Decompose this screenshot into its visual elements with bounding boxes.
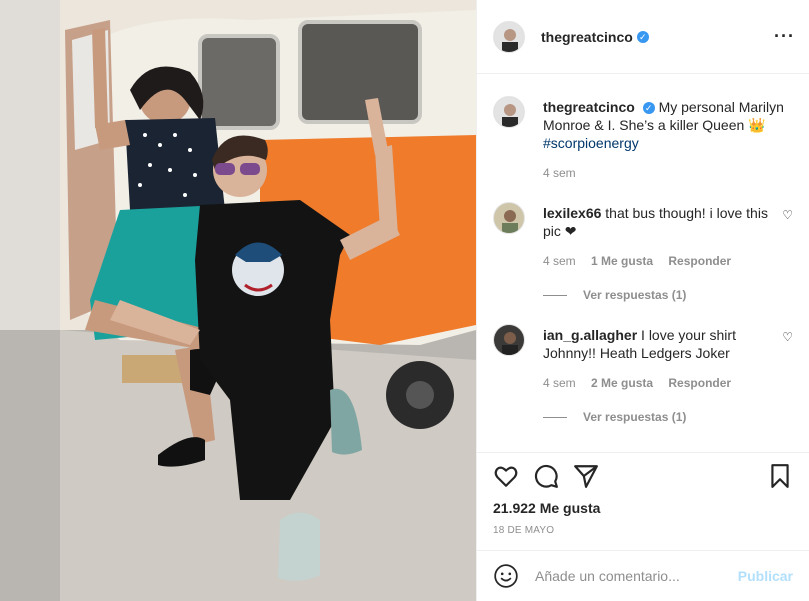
emoji-icon[interactable] bbox=[493, 563, 519, 589]
share-icon[interactable] bbox=[573, 463, 599, 489]
view-replies-button[interactable]: Ver respuestas (1) bbox=[543, 288, 686, 302]
commenter-avatar[interactable] bbox=[493, 202, 525, 234]
action-icons bbox=[493, 463, 793, 491]
comment-like-heart-icon[interactable]: ♡ bbox=[782, 330, 793, 344]
post-details-panel: thegreatcinco ✓ ··· thegreatcinco ✓ My p… bbox=[476, 0, 809, 601]
comment-username[interactable]: ian_g.allagher bbox=[543, 327, 637, 343]
likes-count[interactable]: 21.922 Me gusta bbox=[493, 500, 600, 516]
commenter-avatar[interactable] bbox=[493, 324, 525, 356]
view-replies-label[interactable]: Ver respuestas (1) bbox=[583, 410, 686, 424]
add-comment-bar: Publicar bbox=[477, 550, 809, 601]
verified-badge-icon: ✓ bbox=[636, 30, 649, 43]
comment-like-heart-icon[interactable]: ♡ bbox=[782, 208, 793, 222]
author-username[interactable]: thegreatcinco bbox=[541, 29, 633, 45]
view-replies-label[interactable]: Ver respuestas (1) bbox=[583, 288, 686, 302]
replies-divider bbox=[543, 294, 567, 296]
comment-item: lexilex66 that bus though! i love this p… bbox=[493, 202, 793, 302]
comment-text: ian_g.allagher I love your shirt Johnny!… bbox=[543, 326, 769, 362]
comment-likes[interactable]: 1 Me gusta bbox=[591, 254, 653, 268]
bookmark-icon[interactable] bbox=[767, 463, 793, 489]
post-date[interactable]: 18 DE MAYO bbox=[493, 525, 554, 536]
post-actions: 21.922 Me gusta 18 DE MAYO bbox=[477, 452, 809, 551]
more-options-icon[interactable]: ··· bbox=[774, 26, 795, 47]
hashtag-link[interactable]: #scorpioenergy bbox=[543, 135, 639, 151]
caption-text: thegreatcinco ✓ My personal Marilyn Monr… bbox=[543, 98, 793, 152]
comment-username[interactable]: lexilex66 bbox=[543, 205, 601, 221]
reply-button[interactable]: Responder bbox=[668, 376, 731, 390]
publish-button[interactable]: Publicar bbox=[738, 568, 793, 584]
caption-time[interactable]: 4 sem bbox=[543, 166, 576, 180]
post-header: thegreatcinco ✓ ··· bbox=[477, 0, 809, 74]
post-image bbox=[0, 0, 476, 601]
comment-meta: 4 sem 1 Me gusta Responder bbox=[543, 254, 743, 268]
caption-username[interactable]: thegreatcinco bbox=[543, 99, 635, 115]
comments-list[interactable]: thegreatcinco ✓ My personal Marilyn Monr… bbox=[477, 74, 809, 452]
comment-text: lexilex66 that bus though! i love this p… bbox=[543, 204, 769, 240]
post-photo[interactable] bbox=[0, 0, 476, 601]
caption-meta: 4 sem bbox=[543, 166, 588, 180]
comment-meta: 4 sem 2 Me gusta Responder bbox=[543, 376, 743, 390]
reply-button[interactable]: Responder bbox=[668, 254, 731, 268]
comment-time[interactable]: 4 sem bbox=[543, 376, 576, 390]
comment-item: ian_g.allagher I love your shirt Johnny!… bbox=[493, 324, 793, 424]
view-replies-button[interactable]: Ver respuestas (1) bbox=[543, 410, 686, 424]
author-avatar[interactable] bbox=[493, 20, 525, 53]
caption-item: thegreatcinco ✓ My personal Marilyn Monr… bbox=[493, 96, 793, 180]
replies-divider bbox=[543, 416, 567, 418]
comment-icon[interactable] bbox=[533, 463, 559, 489]
verified-badge-icon: ✓ bbox=[642, 102, 655, 115]
heart-icon[interactable] bbox=[493, 463, 519, 489]
comment-time[interactable]: 4 sem bbox=[543, 254, 576, 268]
comment-likes[interactable]: 2 Me gusta bbox=[591, 376, 653, 390]
author-avatar[interactable] bbox=[493, 96, 525, 128]
comment-input[interactable] bbox=[533, 567, 727, 585]
